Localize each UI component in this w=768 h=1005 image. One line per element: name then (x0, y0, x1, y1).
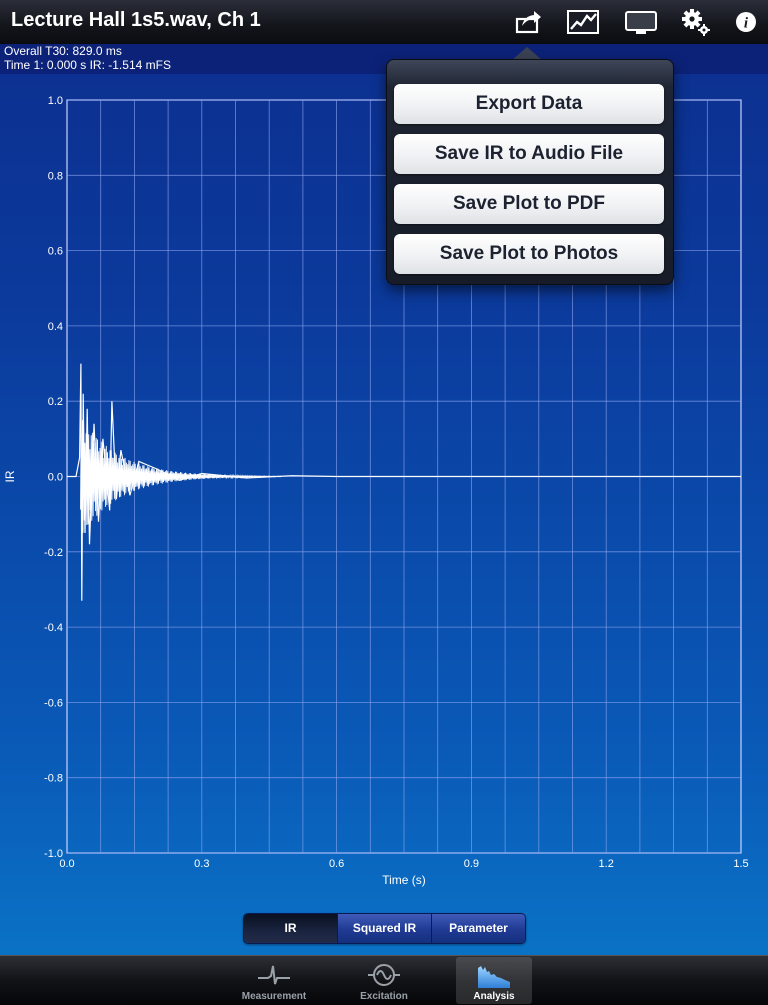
share-button[interactable] (510, 6, 546, 38)
y-tick-label: -0.4 (44, 622, 63, 634)
y-tick-label: 1.0 (48, 95, 63, 107)
y-tick-label: -0.8 (44, 773, 63, 785)
analysis-icon (478, 966, 510, 988)
tab-bar: Measurement Excitation Analysis (0, 955, 768, 1005)
y-axis-label: IR (3, 470, 17, 482)
y-tick-label: 0.2 (48, 396, 63, 408)
x-tick-label: 0.3 (194, 858, 209, 870)
save-plot-photos-button[interactable]: Save Plot to Photos (394, 234, 664, 274)
y-tick-label: 0.8 (48, 170, 63, 182)
x-tick-label: 1.2 (599, 858, 614, 870)
x-axis-label: Time (s) (382, 873, 426, 887)
x-tick-label: 0.6 (329, 858, 344, 870)
monitor-icon (625, 11, 657, 34)
tab-measurement[interactable]: Measurement (236, 957, 312, 1004)
y-tick-label: -0.2 (44, 547, 63, 559)
y-tick-label: 0.4 (48, 321, 63, 333)
save-ir-audio-button[interactable]: Save IR to Audio File (394, 134, 664, 174)
settings-button[interactable] (678, 6, 714, 38)
share-popover: Export Data Save IR to Audio File Save P… (386, 59, 674, 285)
navigation-bar: Lecture Hall 1s5.wav, Ch 1 i (0, 0, 768, 45)
info-icon: i (736, 12, 756, 32)
x-tick-label: 0.9 (464, 858, 479, 870)
save-plot-pdf-button[interactable]: Save Plot to PDF (394, 184, 664, 224)
x-tick-label: 0.0 (59, 858, 74, 870)
share-icon (515, 11, 541, 34)
y-tick-label: 0.0 (48, 472, 63, 484)
excitation-icon (368, 964, 400, 986)
gear-icon (682, 9, 710, 36)
y-tick-label: -0.6 (44, 697, 63, 709)
plot-mode-segmented-control: IR Squared IR Parameter (243, 913, 526, 944)
y-tick-label: 0.6 (48, 246, 63, 258)
segment-squared-ir[interactable]: Squared IR (337, 914, 431, 943)
export-data-button[interactable]: Export Data (394, 84, 664, 124)
tab-analysis[interactable]: Analysis (456, 957, 532, 1004)
chart-button[interactable] (565, 6, 601, 38)
info-button[interactable]: i (731, 6, 767, 38)
segment-parameter[interactable]: Parameter (431, 914, 525, 943)
page-title: Lecture Hall 1s5.wav, Ch 1 (11, 9, 261, 31)
display-button[interactable] (622, 6, 658, 38)
t30-readout: Overall T30: 829.0 ms (4, 44, 122, 58)
x-tick-label: 1.5 (733, 858, 748, 870)
chart-icon (567, 10, 599, 34)
measurement-icon (258, 965, 290, 985)
segment-ir[interactable]: IR (244, 914, 337, 943)
tab-excitation[interactable]: Excitation (346, 957, 422, 1004)
